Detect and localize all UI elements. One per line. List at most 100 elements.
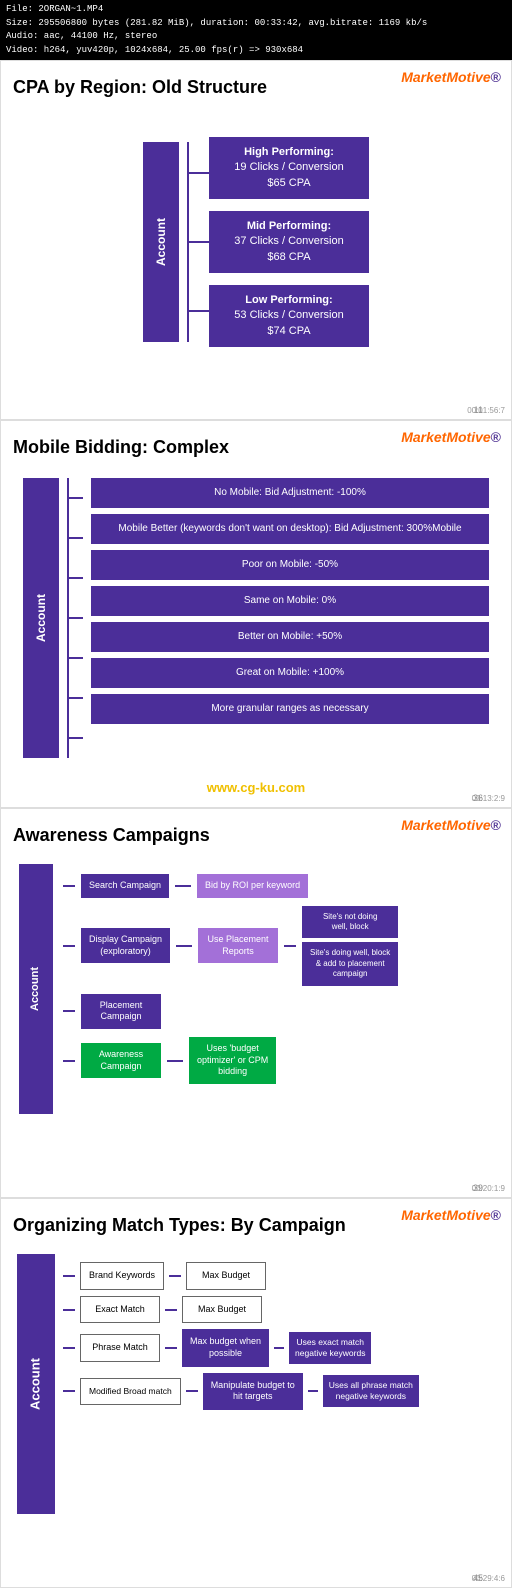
logo-market3: Market — [401, 817, 446, 833]
logo-motive2: Motive — [446, 429, 490, 445]
match-manipulate-budget: Manipulate budget tohit targets — [203, 1373, 303, 1410]
aw-tick2 — [63, 945, 75, 947]
match-row-2: Exact Match Max Budget — [63, 1296, 495, 1324]
slide4: MarketMotive® Organizing Match Types: By… — [0, 1198, 512, 1588]
logo-motive: Motive — [446, 69, 490, 85]
aw-arrow1 — [175, 885, 191, 887]
slide2: MarketMotive® Mobile Bidding: Complex Ac… — [0, 420, 512, 808]
logo-slide1: MarketMotive® — [401, 69, 501, 85]
cpa-boxes: High Performing:19 Clicks / Conversion$6… — [209, 137, 369, 348]
slide2-account-bar: Account — [23, 478, 59, 758]
slide1: MarketMotive® CPA by Region: Old Structu… — [0, 60, 512, 420]
logo-slide3: MarketMotive® — [401, 817, 501, 833]
aw-budget-optimizer: Uses 'budgetoptimizer' or CPMbidding — [189, 1037, 276, 1084]
slide3: MarketMotive® Awareness Campaigns Accoun… — [0, 808, 512, 1198]
aw-row-3: PlacementCampaign — [63, 994, 493, 1029]
video-info-line1: File: 2ORGAN~1.MP4 — [6, 3, 506, 17]
tick1 — [189, 172, 209, 174]
match-max-budget-2: Max Budget — [182, 1296, 262, 1324]
aw-arrow3 — [284, 945, 296, 947]
slide2-content: Account No Mobile: Bid Adjustment: -100%… — [13, 472, 499, 772]
aw-tick3 — [63, 1010, 75, 1012]
match-exact-match: Exact Match — [80, 1296, 160, 1324]
mobile-ticks — [69, 478, 83, 758]
logo-motive3: Motive — [446, 817, 490, 833]
m-tick5 — [69, 657, 83, 659]
mobile-boxes: No Mobile: Bid Adjustment: -100% Mobile … — [91, 478, 489, 766]
match-exact-negative: Uses exact matchnegative keywords — [289, 1332, 371, 1364]
slide2-timestamp: 00:13:2:9 — [472, 794, 505, 803]
match-row-1: Brand Keywords Max Budget — [63, 1262, 495, 1290]
video-info-line3: Audio: aac, 44100 Hz, stereo — [6, 30, 506, 44]
aw-display-campaign: Display Campaign(exploratory) — [81, 928, 170, 963]
mobile-box-6: More granular ranges as necessary — [91, 694, 489, 724]
m-tick2 — [63, 1309, 75, 1311]
slide3-account-bar: Account — [19, 864, 51, 1114]
logo-market4: Market — [401, 1207, 446, 1223]
cpa-box-mid: Mid Performing:37 Clicks / Conversion$68… — [209, 211, 369, 273]
match-row-4: Modified Broad match Manipulate budget t… — [63, 1373, 495, 1410]
m-tick2 — [69, 537, 83, 539]
slide1-account-bar: Account — [143, 142, 179, 342]
logo-slide2: MarketMotive® — [401, 429, 501, 445]
aw-not-doing-well: Site's not doingwell, block — [302, 906, 398, 939]
aw-search-campaign: Search Campaign — [81, 874, 169, 898]
aw-tick1 — [63, 885, 75, 887]
slide4-account-bar: Account — [17, 1254, 53, 1514]
match-phrase-match: Phrase Match — [80, 1334, 160, 1362]
m-arrow1 — [169, 1275, 181, 1277]
video-info-bar: File: 2ORGAN~1.MP4 Size: 295506800 bytes… — [0, 0, 512, 60]
m-arrow3 — [165, 1347, 177, 1349]
m-tick4 — [69, 617, 83, 619]
logo-market2: Market — [401, 429, 446, 445]
slide1-timestamp: 00:01:56:7 — [467, 406, 505, 415]
m-tick3 — [69, 577, 83, 579]
m-tick7 — [69, 737, 83, 739]
m-arrow3b — [274, 1347, 284, 1349]
mobile-box-0: No Mobile: Bid Adjustment: -100% — [91, 478, 489, 508]
aw-placement-campaign: PlacementCampaign — [81, 994, 161, 1029]
m-tick6 — [69, 697, 83, 699]
match-phrase-negative: Uses all phrase matchnegative keywords — [323, 1375, 419, 1407]
aw-bid-roi: Bid by ROI per keyword — [197, 874, 308, 898]
m-tick1 — [63, 1275, 75, 1277]
logo-motive4: Motive — [446, 1207, 490, 1223]
match-brand-keywords: Brand Keywords — [80, 1262, 164, 1290]
aw-row-2: Display Campaign(exploratory) Use Placem… — [63, 906, 493, 986]
m-arrow4 — [186, 1390, 198, 1392]
aw-row-4: AwarenessCampaign Uses 'budgetoptimizer'… — [63, 1037, 493, 1084]
tick3 — [189, 310, 209, 312]
match-broad-match: Modified Broad match — [80, 1378, 181, 1405]
m-arrow4b — [308, 1390, 318, 1392]
slide4-diagram: Brand Keywords Max Budget Exact Match Ma… — [55, 1254, 495, 1410]
match-max-budget-1: Max Budget — [186, 1262, 266, 1290]
mobile-box-2: Poor on Mobile: -50% — [91, 550, 489, 580]
slide4-timestamp: 00:29:4:6 — [472, 1574, 505, 1583]
match-max-budget-when: Max budget whenpossible — [182, 1329, 269, 1366]
slide3-content: Account Search Campaign Bid by ROI per k… — [13, 860, 499, 1140]
slide3-timestamp: 00:20:1:9 — [472, 1184, 505, 1193]
cpa-box-low: Low Performing:53 Clicks / Conversion$74… — [209, 285, 369, 347]
mobile-box-3: Same on Mobile: 0% — [91, 586, 489, 616]
aw-arrow4 — [167, 1060, 183, 1062]
tick2 — [189, 241, 209, 243]
slide3-diagram: Search Campaign Bid by ROI per keyword D… — [53, 864, 493, 1084]
aw-tick4 — [63, 1060, 75, 1062]
mobile-box-1: Mobile Better (keywords don't want on de… — [91, 514, 489, 544]
video-info-line2: Size: 295506800 bytes (281.82 MiB), dura… — [6, 17, 506, 31]
aw-awareness-campaign: AwarenessCampaign — [81, 1043, 161, 1078]
aw-doing-well: Site's doing well, block& add to placeme… — [302, 942, 398, 985]
m-tick4 — [63, 1390, 75, 1392]
logo-slide4: MarketMotive® — [401, 1207, 501, 1223]
match-row-3: Phrase Match Max budget whenpossible Use… — [63, 1329, 495, 1366]
m-arrow2 — [165, 1309, 177, 1311]
aw-row-1: Search Campaign Bid by ROI per keyword — [63, 874, 493, 898]
aw-right-boxes: Site's not doingwell, block Site's doing… — [302, 906, 398, 986]
watermark: www.cg-ku.com — [13, 780, 499, 795]
cpa-box-high: High Performing:19 Clicks / Conversion$6… — [209, 137, 369, 199]
aw-arrow2 — [176, 945, 192, 947]
bracket-ticks — [189, 142, 209, 342]
slide4-content: Account Brand Keywords Max Budget Exact … — [13, 1250, 499, 1530]
slide1-content: Account High Performing:19 Clicks / Conv… — [13, 112, 499, 372]
m-tick1 — [69, 497, 83, 499]
